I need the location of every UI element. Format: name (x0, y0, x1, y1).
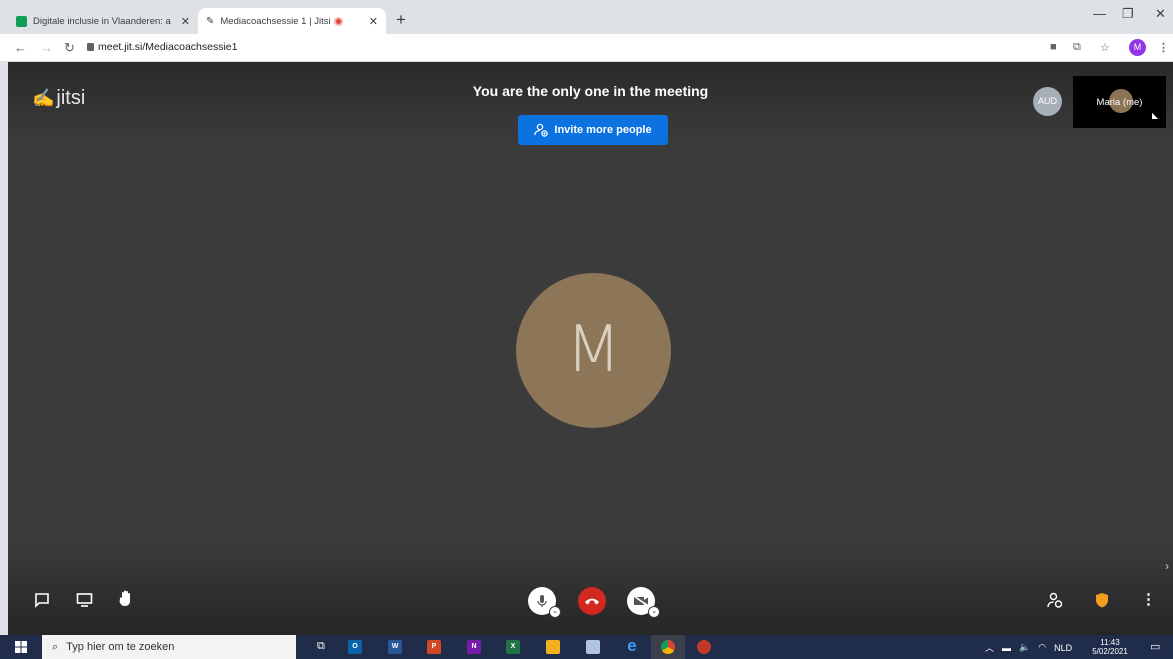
camera-options-chevron-icon[interactable]: ⌄ (648, 606, 660, 618)
edge-icon[interactable]: e (625, 637, 639, 654)
word-icon[interactable]: W (388, 640, 402, 654)
outlook-icon[interactable]: O (348, 640, 362, 654)
more-options-icon[interactable]: ⋮ (1141, 590, 1156, 608)
screenshare-icon[interactable] (76, 592, 93, 608)
battery-icon[interactable]: ▬ (1002, 643, 1011, 653)
tab-title: Mediacoachsessie 1 | Jitsi Me (220, 15, 331, 27)
clock-time: 11:43 (1100, 638, 1120, 647)
expand-filmstrip-icon[interactable]: › (1165, 559, 1169, 573)
bookmark-star-icon[interactable]: ☆ (1100, 41, 1110, 54)
camera-button[interactable]: ⌄ (627, 587, 660, 618)
self-name-label: Maria (me) (1096, 97, 1143, 108)
profile-avatar[interactable]: M (1129, 39, 1146, 56)
forward-icon[interactable]: → (40, 40, 53, 55)
windows-start-icon[interactable] (15, 641, 27, 653)
search-icon: ⌕ (52, 640, 59, 653)
camera-off-icon (633, 595, 649, 607)
tab-mediacoachsessie[interactable]: ✎ Mediacoachsessie 1 | Jitsi Me ✕ (198, 8, 386, 34)
browser-tab-bar: Digitale inclusie in Vlaanderen: a ✕ ✎ M… (0, 0, 1173, 34)
volume-icon[interactable]: 🔈 (1019, 642, 1030, 653)
jitsi-favicon-icon: ✎ (206, 15, 215, 27)
task-view-icon[interactable]: ⧉ (317, 640, 325, 653)
hangup-phone-icon (585, 598, 599, 605)
windows-taskbar: ⌕ Typ hier om te zoeken ⧉ O W P N X e ︿ … (0, 635, 1173, 659)
app-icon[interactable] (697, 640, 711, 654)
self-view-thumbnail[interactable]: Maria (me) ◣ (1073, 76, 1166, 128)
microphone-icon (537, 595, 547, 607)
notification-center-icon[interactable]: ▭ (1150, 640, 1160, 653)
close-window-icon[interactable]: ✕ (1155, 6, 1166, 22)
sheets-favicon-icon (16, 15, 27, 27)
invite-people-icon[interactable] (1047, 592, 1063, 608)
taskbar-clock[interactable]: 11:43 5/02/2021 (1090, 638, 1130, 656)
back-icon[interactable]: ← (14, 40, 27, 55)
wifi-icon[interactable]: ◠ (1038, 642, 1046, 653)
raise-hand-icon[interactable] (118, 589, 134, 607)
tab-digitale-inclusie[interactable]: Digitale inclusie in Vlaanderen: a ✕ (8, 8, 198, 34)
lock-icon (87, 43, 94, 51)
meeting-stage: ✍ jitsi You are the only one in the meet… (8, 62, 1173, 635)
camera-in-use-icon[interactable]: ■ (1050, 41, 1057, 53)
taskbar-search-box[interactable]: ⌕ Typ hier om te zoeken (42, 635, 296, 659)
recording-indicator-icon (334, 16, 344, 26)
extension-icon[interactable]: ⧉ (1073, 41, 1081, 54)
participant-avatar: M (516, 273, 671, 428)
only-one-message: You are the only one in the meeting (472, 83, 709, 99)
paint-icon[interactable] (586, 640, 600, 654)
audio-only-badge[interactable]: AUD (1033, 87, 1062, 116)
clock-date: 5/02/2021 (1092, 647, 1128, 656)
chrome-icon (661, 640, 675, 654)
microphone-button[interactable]: ⌄ (528, 587, 561, 618)
chrome-taskbar-button[interactable] (651, 635, 685, 659)
invite-button-label: Invite more people (554, 124, 652, 136)
reload-icon[interactable]: ↻ (64, 40, 75, 56)
mic-options-chevron-icon[interactable]: ⌄ (549, 606, 561, 618)
video-muted-icon: ◣ (1152, 111, 1159, 120)
onenote-icon[interactable]: N (467, 640, 481, 654)
close-tab-icon[interactable]: ✕ (177, 15, 190, 28)
browser-toolbar: ← → ↻ meet.jit.si/Mediacoachsessie1 ■ ⧉ … (0, 34, 1173, 62)
address-bar[interactable]: meet.jit.si/Mediacoachsessie1 (98, 41, 237, 53)
search-placeholder: Typ hier om te zoeken (66, 641, 175, 653)
tab-title: Digitale inclusie in Vlaanderen: a (33, 15, 171, 27)
file-explorer-icon[interactable] (546, 640, 560, 654)
excel-icon[interactable]: X (506, 640, 520, 654)
new-tab-button[interactable]: + (396, 10, 406, 30)
invite-person-icon (534, 123, 549, 137)
restore-icon[interactable]: ❐ (1122, 6, 1134, 22)
chat-icon[interactable] (34, 592, 50, 608)
browser-menu-icon[interactable]: ⋮ (1158, 41, 1169, 54)
language-indicator[interactable]: NLD (1054, 643, 1072, 653)
minimize-icon[interactable]: — (1093, 6, 1106, 21)
hangup-button[interactable] (578, 587, 606, 615)
invite-more-people-button[interactable]: Invite more people (518, 115, 668, 145)
close-tab-icon[interactable]: ✕ (365, 15, 378, 28)
security-shield-icon[interactable] (1095, 592, 1109, 608)
system-tray: ︿ ▬ 🔈 ◠ NLD (985, 641, 1072, 654)
show-hidden-icons-icon[interactable]: ︿ (985, 641, 994, 654)
powerpoint-icon[interactable]: P (427, 640, 441, 654)
